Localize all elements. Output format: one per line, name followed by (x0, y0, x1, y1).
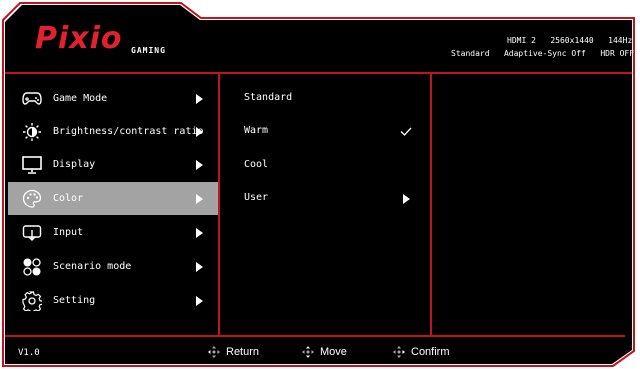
firmware-version: V1.0 (18, 348, 40, 358)
move-hint: Move (302, 346, 347, 358)
submenu-item-warm[interactable]: Warm (244, 125, 268, 136)
submenu-arrow-icon (196, 159, 203, 170)
column-divider-1 (218, 72, 220, 336)
menu-label-setting: Setting (53, 295, 96, 306)
header-divider (5, 72, 632, 74)
pixio-logo: Pixio (35, 21, 123, 56)
status-resolution: 2560x1440 (550, 36, 594, 45)
joystick-updown-icon (302, 346, 314, 358)
input-icon (22, 223, 42, 243)
menu-item-brightness[interactable]: Brightness/contrast ratio (8, 115, 218, 148)
menu-label-game-mode: Game Mode (53, 93, 108, 104)
submenu-item-standard[interactable]: Standard (244, 92, 292, 103)
status-adaptive-sync: Adaptive-Sync Off (503, 49, 586, 58)
confirm-hint: Confirm (393, 346, 450, 358)
menu-label-display: Display (53, 159, 96, 170)
gamepad-icon (22, 89, 42, 109)
submenu-arrow-icon (196, 126, 203, 137)
return-hint: Return (208, 346, 259, 358)
move-label: Move (320, 346, 347, 358)
menu-item-display[interactable]: Display (8, 148, 218, 181)
status-mode: Standard (451, 49, 490, 58)
menu-label-brightness: Brightness/contrast ratio (53, 126, 204, 137)
submenu-arrow-icon (196, 295, 203, 306)
joystick-right-icon (393, 346, 405, 358)
submenu-arrow-icon (196, 193, 203, 204)
menu-label-scenario: Scenario mode (53, 261, 132, 272)
gear-icon (22, 290, 42, 311)
submenu-arrow-icon (196, 93, 203, 104)
submenu-item-cool[interactable]: Cool (244, 159, 268, 170)
menu-item-scenario[interactable]: Scenario mode (8, 250, 218, 283)
footer-divider (5, 335, 625, 337)
joystick-left-icon (208, 346, 220, 358)
menu-label-color: Color (53, 193, 84, 204)
confirm-label: Confirm (411, 346, 450, 358)
status-line-1: HDMI 2 2560x1440 144Hz (507, 36, 632, 45)
menu-item-input[interactable]: Input (8, 216, 218, 249)
check-icon (400, 127, 412, 136)
submenu-arrow-icon (196, 227, 203, 238)
brightness-icon (22, 122, 42, 142)
status-hdr: HDR OFF (600, 49, 635, 58)
logo-subtitle: GAMING (131, 46, 166, 55)
menu-item-game-mode[interactable]: Game Mode (8, 82, 218, 115)
monitor-icon (22, 155, 42, 175)
menu-item-color[interactable]: Color (8, 182, 218, 215)
submenu-item-user[interactable]: User (244, 192, 268, 203)
menu-item-setting[interactable]: Setting (8, 284, 218, 317)
status-refresh: 144Hz (608, 36, 633, 45)
status-input: HDMI 2 (507, 36, 536, 45)
scenario-icon (22, 257, 42, 277)
palette-icon (22, 189, 42, 209)
submenu-arrow-icon (403, 194, 410, 204)
menu-label-input: Input (53, 227, 84, 238)
submenu-arrow-icon (196, 261, 203, 272)
return-label: Return (226, 346, 260, 358)
status-line-2: Standard Adaptive-Sync Off HDR OFF (451, 49, 634, 58)
column-divider-2 (430, 72, 432, 336)
